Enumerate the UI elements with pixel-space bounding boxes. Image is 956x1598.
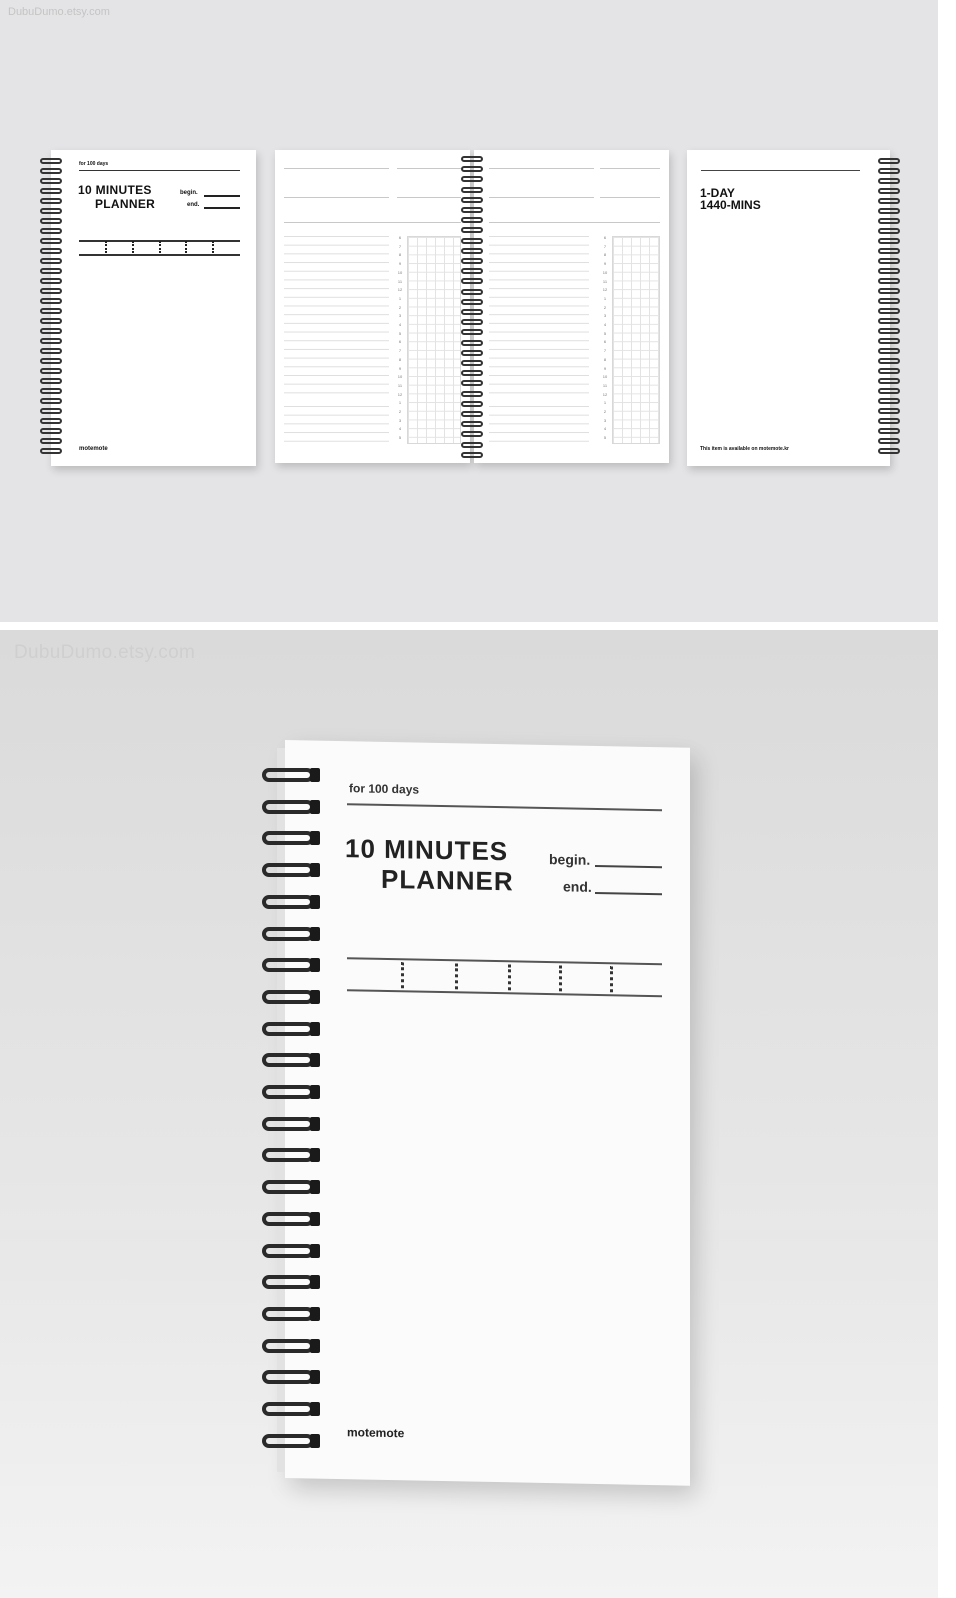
memo-lines (489, 406, 589, 442)
date-box-top (347, 957, 662, 966)
title-line-2: PLANNER (381, 863, 514, 897)
task-lines (284, 236, 389, 396)
header-rule (79, 170, 240, 171)
date-divider (159, 241, 161, 253)
end-line (595, 891, 662, 896)
spiral-binding-left (40, 158, 62, 454)
date-divider (401, 962, 404, 989)
header-rule (347, 803, 662, 811)
ten-minute-grid (407, 236, 461, 444)
watermark-bottom: DubuDumo.etsy.com (14, 642, 196, 663)
begin-label: begin. (180, 190, 198, 196)
back-rule (701, 170, 860, 171)
date-divider (105, 241, 107, 253)
availability-note: This item is available on motemote.kr (700, 446, 789, 452)
for-days-label: for 100 days (349, 781, 420, 797)
begin-label: begin. (549, 851, 591, 868)
spiral-binding-center (461, 156, 483, 458)
date-divider (455, 963, 458, 990)
end-label: end. (187, 202, 200, 208)
brand-logo: motemote (347, 1425, 405, 1441)
spiral-binding-right (878, 158, 900, 454)
begin-line (595, 864, 662, 869)
date-divider (185, 241, 187, 253)
memo-lines (284, 406, 389, 442)
ten-minute-grid (612, 236, 660, 444)
task-lines (489, 236, 589, 396)
inner-left-page: 6 7 8 9 10 11 12 1 2 3 4 5 6 7 8 9 10 11 12 1 2 3 4 5 (275, 150, 470, 463)
spiral-binding-large (262, 768, 320, 1448)
date-divider (610, 966, 613, 993)
date-divider (508, 964, 511, 991)
date-divider (212, 241, 214, 253)
date-divider (559, 965, 562, 992)
back-cover: 1-DAY 1440-MINS This item is available o… (687, 150, 890, 466)
date-box-bottom (347, 989, 662, 998)
brand-logo: motemote (79, 446, 108, 452)
small-front-cover: for 100 days 10 MINUTES PLANNER begin. e… (51, 150, 256, 466)
for-days-label: for 100 days (79, 161, 109, 167)
date-divider (132, 241, 134, 253)
inner-right-page: 6 7 8 9 10 11 12 1 2 3 4 5 6 7 8 9 10 11 12 1 2 3 4 5 (474, 150, 669, 463)
date-box-bottom (79, 254, 240, 256)
large-front-cover: for 100 days 10 MINUTES PLANNER begin. e… (277, 740, 690, 1486)
hour-column: 6 7 8 9 10 11 12 1 2 3 4 5 6 7 8 9 10 11 12 1 2 3 4 5 (602, 235, 608, 441)
back-title-line-2: 1440-MINS (700, 198, 761, 212)
title-line-1: 10 MINUTES (78, 183, 152, 197)
watermark-top: DubuDumo.etsy.com (8, 6, 110, 18)
title-line-1: 10 MINUTES (345, 833, 509, 867)
title-line-2: PLANNER (95, 197, 156, 211)
begin-line (204, 195, 240, 197)
hour-column: 6 7 8 9 10 11 12 1 2 3 4 5 6 7 8 9 10 11 12 1 2 3 4 5 (397, 235, 403, 441)
end-line (204, 207, 240, 209)
end-label: end. (563, 878, 592, 895)
